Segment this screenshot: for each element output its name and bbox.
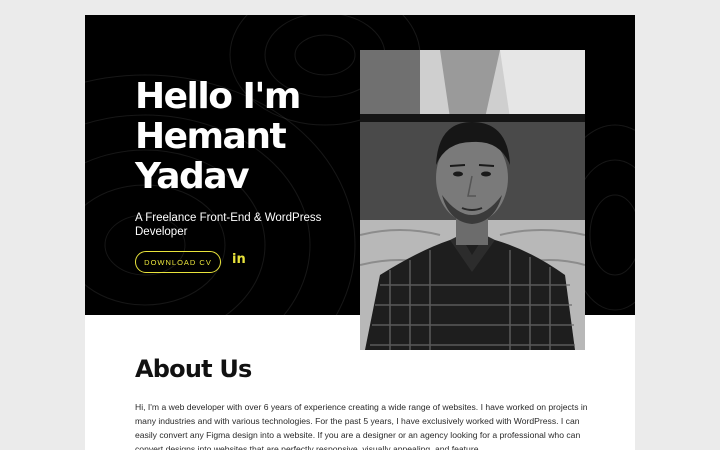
hero-title: Hello I'm Hemant Yadav: [135, 77, 335, 197]
page-container: Hello I'm Hemant Yadav A Freelance Front…: [85, 15, 635, 450]
hero-title-line: Hemant: [135, 116, 287, 157]
hero-title-line: Yadav: [135, 156, 250, 197]
linkedin-icon[interactable]: in: [232, 253, 246, 267]
profile-photo-illustration: [360, 50, 585, 350]
download-cv-button[interactable]: DOWNLOAD CV: [135, 251, 221, 273]
hero-subtitle: A Freelance Front-End & WordPress Develo…: [135, 212, 322, 238]
profile-photo: [360, 50, 585, 350]
hero-title-line: Hello I'm: [135, 76, 301, 117]
about-paragraph: Hi, I'm a web developer with over 6 year…: [135, 402, 588, 450]
about-heading: About Us: [135, 355, 252, 383]
